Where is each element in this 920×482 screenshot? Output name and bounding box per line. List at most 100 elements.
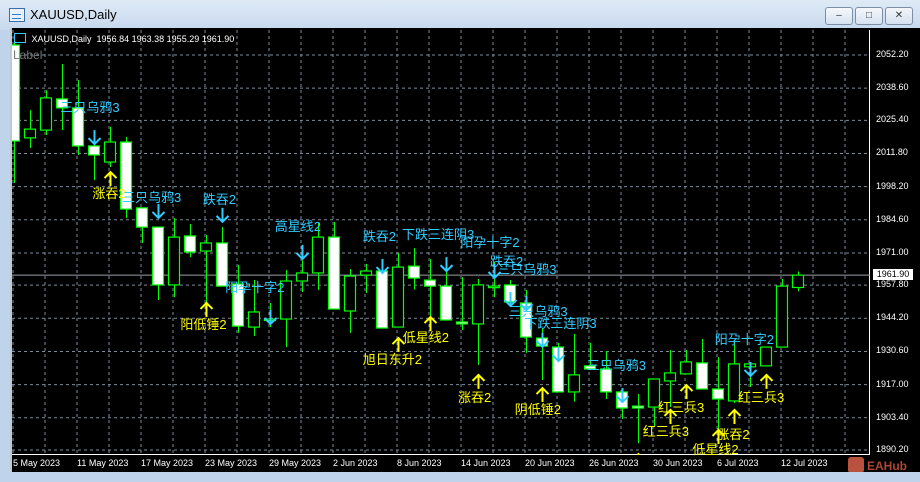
chart-info: XAUUSD,Daily 1956.84 1963.38 1955.29 196… [14,33,234,44]
bearish-candle [407,265,421,279]
price-tick-label: 1917.00 [876,378,909,389]
bullish-candle [775,285,789,348]
date-tick-label: 26 Jun 2023 [589,458,639,468]
date-tick-label: 2 Jun 2023 [333,458,378,468]
date-tick-label: 11 May 2023 [77,458,129,468]
date-tick-label: 20 Jun 2023 [525,458,575,468]
bearish-candle [455,321,469,325]
minimize-button[interactable]: – [825,7,853,25]
bullish-candle [103,141,117,163]
window-title: XAUUSD,Daily [30,7,117,22]
up-arrow-icon [471,373,486,389]
price-tick-label: 1971.00 [876,246,909,257]
up-arrow-icon [103,170,118,187]
up-arrow-icon [759,373,774,389]
down-arrow-icon [439,257,454,273]
bullish-candle [567,374,581,393]
bearish-pattern-label: 三只乌鸦3 [60,99,120,115]
bullish-candle [487,285,501,289]
ohlc-low: 1955.29 [166,34,200,44]
bullish-pattern-label: 红三兵3 [658,400,705,416]
date-tick-label: 8 Jun 2023 [397,458,442,468]
ohlc-open: 1956.84 [96,34,130,44]
bullish-candle [471,284,485,325]
close-button[interactable]: ✕ [885,7,913,25]
bearish-pattern-label: 阳孕十字2 [225,280,285,296]
bullish-pattern-label: 红三兵3 [738,390,785,406]
bullish-candle [791,274,805,289]
watermark: EAHub [848,457,907,473]
up-arrow-icon [535,386,550,403]
price-tick-label: 1984.60 [876,213,909,224]
chart-symbol: XAUUSD,Daily [31,34,92,44]
bearish-candle [711,388,725,400]
bullish-pattern-label: 旭日东升2 [362,351,423,367]
price-tick-label: 1903.40 [876,411,909,422]
bullish-candle [199,242,213,252]
bullish-candle [247,311,261,328]
price-tick-label: 1998.20 [876,180,909,191]
bullish-candle [679,361,693,375]
bearish-pattern-label: 三只乌鸦3 [586,357,647,373]
label-object[interactable]: Label [13,48,42,62]
bearish-candle [375,270,389,329]
price-tick-label: 2011.80 [876,147,908,158]
maximize-button[interactable]: □ [855,7,883,25]
bearish-pattern-label: 跌吞2 [202,192,237,208]
bullish-pattern-label: 涨吞2 [458,390,492,406]
current-price-label: 1961.90 [873,269,913,280]
bullish-candle [343,275,357,312]
up-arrow-icon [727,408,742,424]
bearish-candle [151,226,165,286]
bullish-candle [23,128,37,139]
up-arrow-icon [679,383,694,400]
up-arrow-icon [423,315,438,332]
date-tick-label: 29 May 2023 [269,458,322,468]
bullish-pattern-label: 涨吞2 [716,427,750,443]
bearish-candle [695,362,709,390]
bearish-pattern-label: 三只乌鸦3 [122,190,182,206]
watermark-text: EAHub [867,459,907,473]
bullish-candle [663,372,677,382]
bearish-candle [423,279,437,287]
date-tick-label: 5 May 2023 [13,458,61,468]
price-tick-label: 1944.20 [876,312,909,323]
price-tick-label: 2025.40 [876,114,909,125]
bullish-pattern-label: 红三兵3 [642,424,690,440]
bearish-candle [631,405,645,409]
date-tick-label: 14 Jun 2023 [461,458,511,468]
bullish-candle [167,236,181,286]
bullish-candle [359,270,373,276]
price-tick-label: 1957.80 [876,279,909,290]
title-bar: XAUUSD,Daily – □ ✕ [0,0,920,30]
status-strip [0,472,920,482]
bearish-candle [327,236,341,310]
down-arrow-icon [87,130,102,146]
price-tick-label: 1890.20 [876,443,909,454]
bullish-pattern-label: 低星线2 [692,441,739,457]
chart-window-icon [9,8,25,22]
chart-symbol-icon [14,33,26,43]
price-tick-label: 2038.60 [876,82,909,93]
price-tick-label: 1930.60 [876,345,909,356]
down-arrow-icon [151,203,166,220]
ohlc-close: 1961.90 [201,34,235,44]
up-arrow-icon [199,301,214,317]
bearish-pattern-label: 下跌三连阴3 [524,315,597,331]
ohlc-high: 1963.38 [131,34,165,44]
date-tick-label: 23 May 2023 [205,458,258,468]
bullish-pattern-label: 低星线2 [402,330,450,346]
bullish-candle [311,236,325,274]
bullish-pattern-label: 阴低锤2 [514,401,562,417]
bearish-pattern-label: 阳孕十字2 [714,332,775,347]
eahub-logo-icon [848,457,864,473]
bearish-pattern-label: 三只乌鸦3 [497,262,557,278]
bearish-candle [87,145,101,156]
bullish-pattern-label: 阳低锤2 [180,317,227,333]
date-tick-label: 17 May 2023 [141,458,194,468]
down-arrow-icon [263,310,278,326]
down-arrow-icon [295,244,310,261]
bearish-candle [439,285,453,321]
bullish-pattern-label: 涨吞2 [92,185,126,201]
bearish-pattern-label: 阳孕十字2 [460,234,520,250]
